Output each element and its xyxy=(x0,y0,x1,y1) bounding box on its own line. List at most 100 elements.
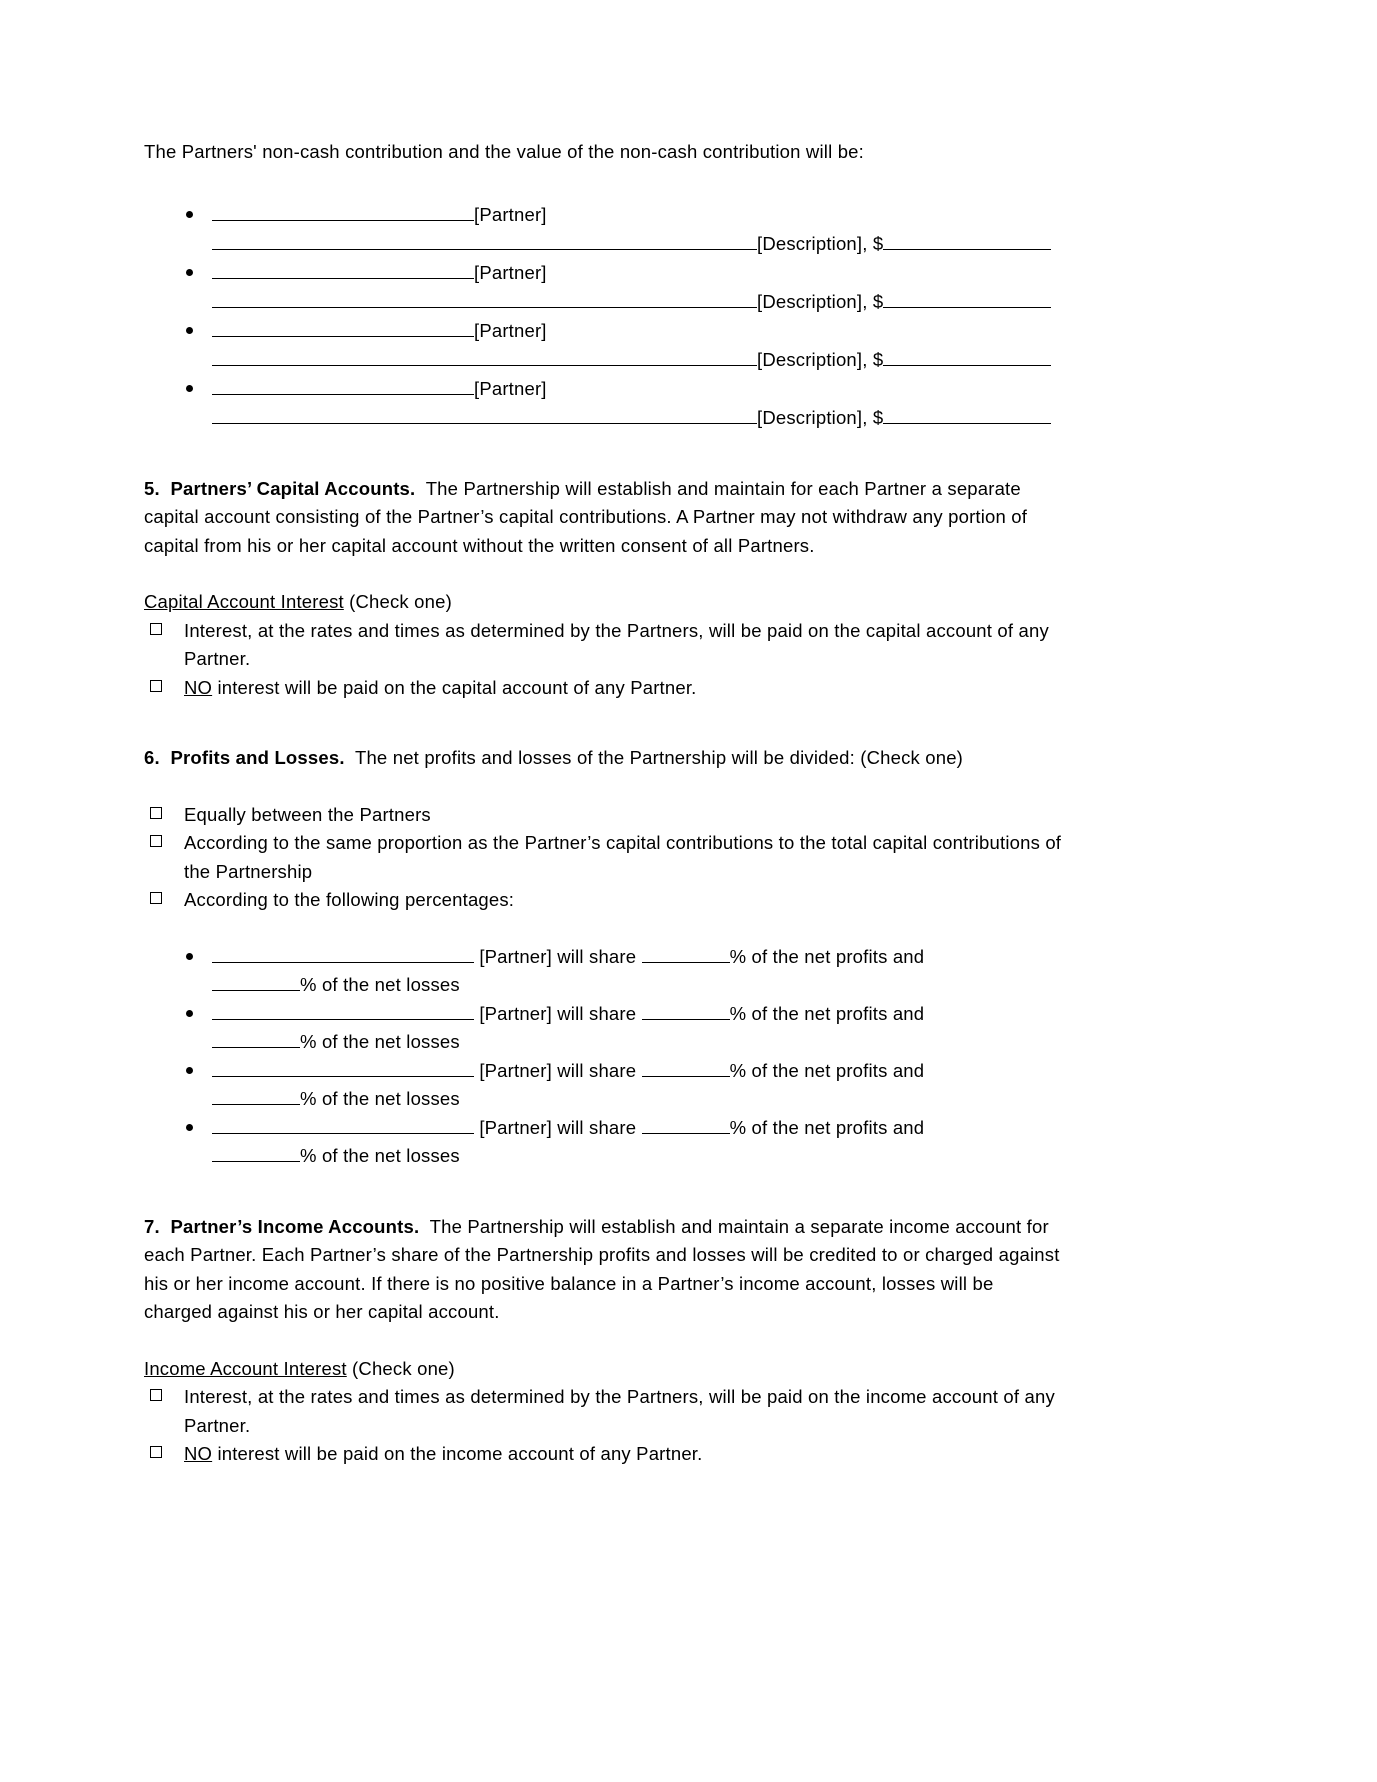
loss-percent-blank[interactable] xyxy=(212,1029,300,1048)
section-6-number: 6. xyxy=(144,747,160,768)
income-account-interest-heading: Income Account Interest xyxy=(144,1357,347,1379)
description-label: [Description], $ xyxy=(757,349,884,370)
loss-percent-blank[interactable] xyxy=(212,1143,300,1162)
section-7-heading: Partner’s Income Accounts. xyxy=(170,1215,420,1237)
checkbox-label: According to the same proportion as the … xyxy=(184,832,1062,882)
checkbox-option-equally[interactable]: Equally between the Partners xyxy=(144,801,1062,830)
description-row: [Description], $ xyxy=(144,346,1062,375)
profit-suffix: % of the net profits and xyxy=(729,1002,925,1024)
list-item: [Partner] will share % of the net profit… xyxy=(144,1000,1062,1029)
checkbox-label: Equally between the Partners xyxy=(184,803,431,825)
losses-row: % of the net losses xyxy=(144,1085,1062,1114)
checkbox-option-proportional[interactable]: According to the same proportion as the … xyxy=(144,829,1062,886)
profit-suffix: % of the net profits and xyxy=(729,1059,925,1081)
profit-percent-blank[interactable] xyxy=(641,1000,730,1020)
income-account-interest-check-one: (Check one) xyxy=(346,1357,455,1379)
list-item: [Partner] xyxy=(144,317,1062,346)
percentage-allocation-list: [Partner] will share % of the net profit… xyxy=(144,943,1062,1171)
capital-account-interest-check-one: (Check one) xyxy=(343,591,452,612)
partner-label: [Partner] will share xyxy=(479,1116,637,1138)
partner-name-blank[interactable] xyxy=(212,201,474,221)
section-6-heading: Profits and Losses. xyxy=(170,747,345,768)
checkbox-icon[interactable] xyxy=(150,806,162,819)
checkbox-icon[interactable] xyxy=(150,835,162,847)
losses-row: % of the net losses xyxy=(144,1028,1062,1057)
partner-name-blank[interactable] xyxy=(212,1057,474,1077)
loss-suffix: % of the net losses xyxy=(300,1145,460,1166)
checkbox-option-income-interest-no[interactable]: NO interest will be paid on the income a… xyxy=(144,1440,1062,1469)
bullet-icon xyxy=(186,384,193,392)
list-item: [Partner] will share % of the net profit… xyxy=(144,943,1062,972)
partner-label: [Partner] xyxy=(474,319,547,341)
checkbox-icon[interactable] xyxy=(150,892,162,904)
partner-name-blank[interactable] xyxy=(212,375,474,395)
description-blank[interactable] xyxy=(212,289,757,308)
checkbox-label: According to the following percentages: xyxy=(184,889,515,910)
losses-row: % of the net losses xyxy=(144,1142,1062,1171)
checkbox-icon[interactable] xyxy=(150,1446,162,1458)
amount-blank[interactable] xyxy=(883,289,1052,308)
checkbox-label: Interest, at the rates and times as dete… xyxy=(184,619,1049,670)
checkbox-option-income-interest-yes[interactable]: Interest, at the rates and times as dete… xyxy=(144,1383,1062,1440)
description-label: [Description], $ xyxy=(757,407,884,428)
partner-label: [Partner] xyxy=(474,377,547,399)
loss-suffix: % of the net losses xyxy=(300,1031,460,1052)
profit-suffix: % of the net profits and xyxy=(729,945,925,967)
bullet-icon xyxy=(186,268,193,276)
checkbox-label-emphasis: NO xyxy=(184,676,213,698)
checkbox-option-capital-interest-yes[interactable]: Interest, at the rates and times as dete… xyxy=(144,617,1062,674)
bullet-icon xyxy=(186,952,193,960)
description-label: [Description], $ xyxy=(757,233,884,254)
amount-blank[interactable] xyxy=(883,231,1052,250)
list-item: [Partner] will share % of the net profit… xyxy=(144,1057,1062,1086)
checkbox-icon[interactable] xyxy=(150,622,162,635)
checkbox-label: interest will be paid on the income acco… xyxy=(212,1443,703,1464)
loss-suffix: % of the net losses xyxy=(300,974,460,995)
bullet-icon xyxy=(186,1066,193,1074)
section-5-heading: Partners’ Capital Accounts. xyxy=(170,477,416,499)
profit-percent-blank[interactable] xyxy=(641,1114,730,1134)
list-item: [Partner] xyxy=(144,375,1062,404)
loss-percent-blank[interactable] xyxy=(212,972,300,991)
description-row: [Description], $ xyxy=(144,230,1062,259)
description-blank[interactable] xyxy=(212,405,757,424)
losses-row: % of the net losses xyxy=(144,971,1062,1000)
description-row: [Description], $ xyxy=(144,404,1062,433)
bullet-icon xyxy=(186,1123,193,1131)
section-6: 6. Profits and Losses. The net profits a… xyxy=(144,744,1062,773)
partner-name-blank[interactable] xyxy=(212,943,474,963)
bullet-icon xyxy=(186,210,193,218)
description-blank[interactable] xyxy=(212,231,757,250)
partner-label: [Partner] will share xyxy=(479,945,637,967)
checkbox-icon[interactable] xyxy=(150,1389,162,1401)
checkbox-option-capital-interest-no[interactable]: NO interest will be paid on the capital … xyxy=(144,674,1062,703)
list-item: [Partner] will share % of the net profit… xyxy=(144,1114,1062,1143)
profit-suffix: % of the net profits and xyxy=(729,1116,925,1138)
section-7-number: 7. xyxy=(144,1215,160,1237)
checkbox-option-percentages[interactable]: According to the following percentages: xyxy=(144,886,1062,915)
capital-account-interest-heading: Capital Account Interest xyxy=(144,591,344,612)
amount-blank[interactable] xyxy=(883,405,1052,424)
partner-name-blank[interactable] xyxy=(212,259,474,279)
noncash-contribution-list: [Partner] [Description], $ [Partner] [De… xyxy=(144,201,1062,433)
profit-percent-blank[interactable] xyxy=(641,943,730,963)
partner-name-blank[interactable] xyxy=(212,317,474,337)
description-blank[interactable] xyxy=(212,347,757,366)
partner-name-blank[interactable] xyxy=(212,1000,474,1020)
checkbox-label: Interest, at the rates and times as dete… xyxy=(184,1386,1055,1436)
partner-label: [Partner] xyxy=(474,203,547,225)
intro-text: The Partners' non-cash contribution and … xyxy=(144,141,864,162)
partner-name-blank[interactable] xyxy=(212,1114,474,1134)
partner-label: [Partner] will share xyxy=(479,1059,637,1081)
list-item: [Partner] xyxy=(144,259,1062,288)
document-body: The Partners' non-cash contribution and … xyxy=(144,138,1062,1469)
checkbox-label: interest will be paid on the capital acc… xyxy=(212,676,697,698)
checkbox-icon[interactable] xyxy=(150,679,162,692)
loss-percent-blank[interactable] xyxy=(212,1086,300,1105)
description-row: [Description], $ xyxy=(144,288,1062,317)
list-item: [Partner] xyxy=(144,201,1062,230)
amount-blank[interactable] xyxy=(883,347,1052,366)
capital-account-interest-heading-row: Capital Account Interest (Check one) xyxy=(144,588,1062,617)
section-6-body: The net profits and losses of the Partne… xyxy=(354,747,964,768)
profit-percent-blank[interactable] xyxy=(641,1057,730,1077)
